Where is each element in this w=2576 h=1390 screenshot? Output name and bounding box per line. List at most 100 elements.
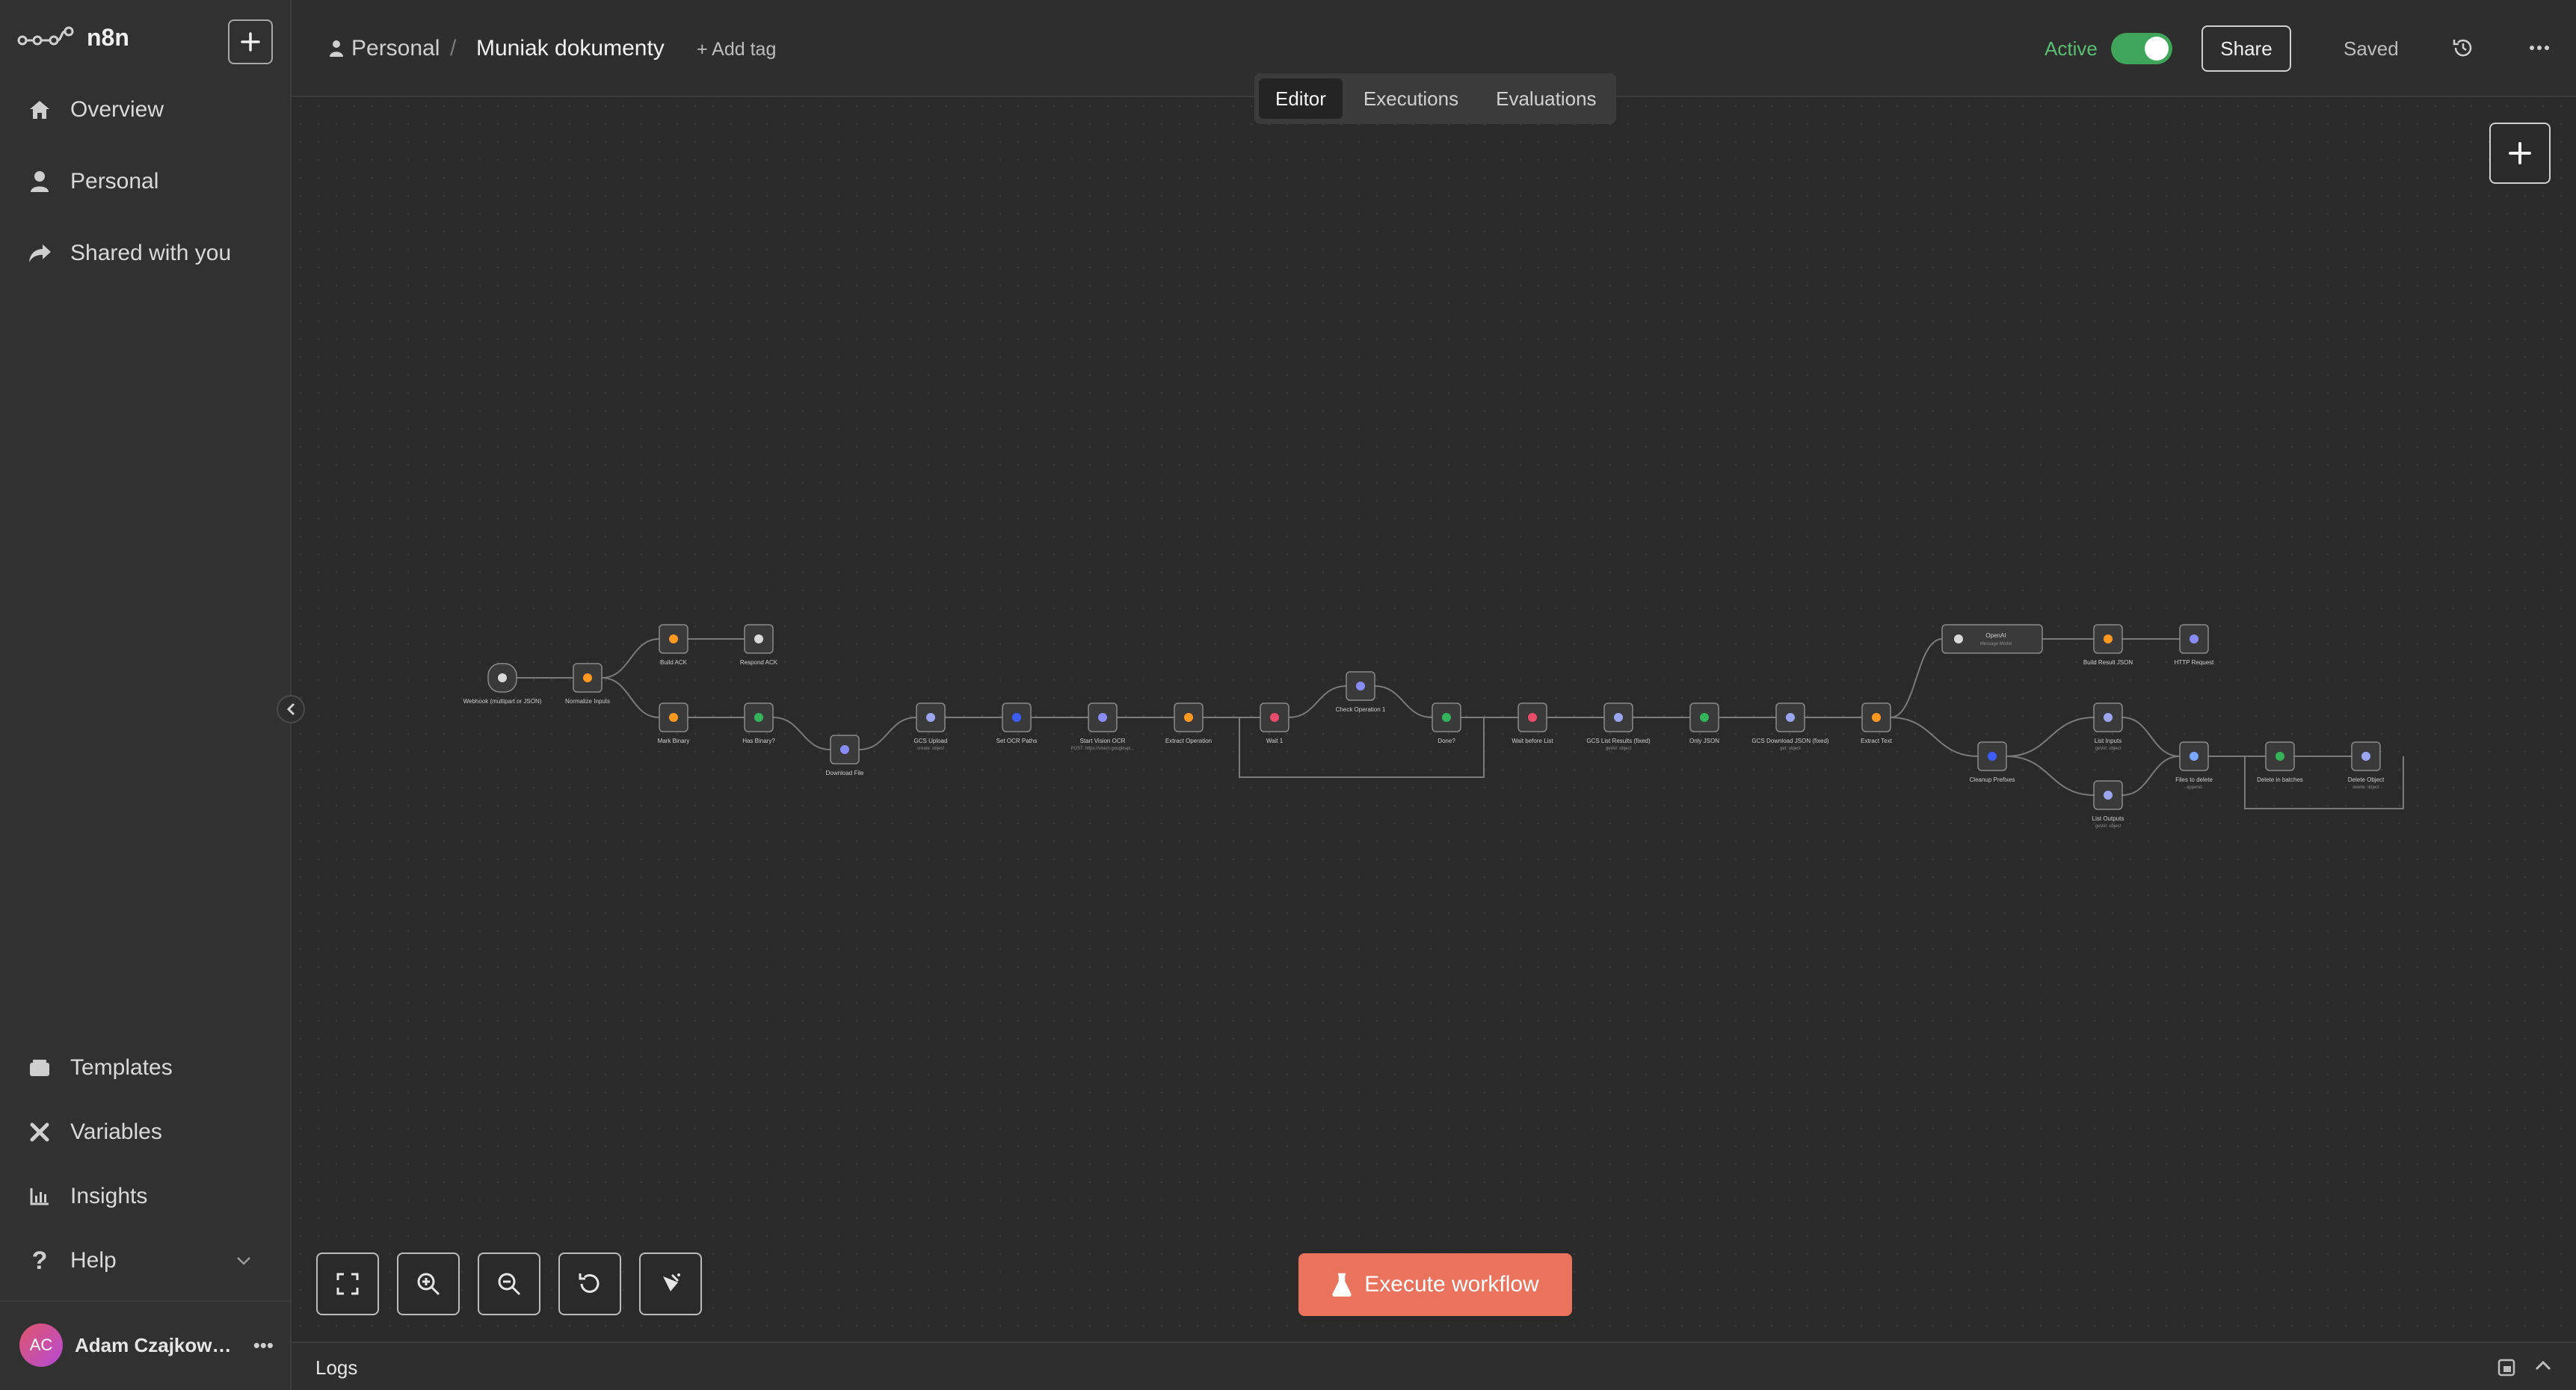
webhook-icon bbox=[498, 673, 507, 682]
workflow-node[interactable]: Wait 1 bbox=[1260, 702, 1289, 744]
tab-editor[interactable]: Editor bbox=[1259, 78, 1343, 119]
breadcrumb-separator: / bbox=[450, 36, 457, 61]
workflow-node[interactable]: Download File bbox=[826, 735, 864, 776]
node-label: Mark Binary bbox=[658, 738, 690, 744]
workflow-node[interactable]: Check Operation 1 bbox=[1336, 671, 1386, 713]
workflow-node[interactable]: OpenAI Message Model bbox=[1941, 624, 2043, 654]
add-tag-button[interactable]: + Add tag bbox=[697, 39, 776, 61]
node-label: Wait before List bbox=[1512, 738, 1553, 744]
share-button[interactable]: Share bbox=[2201, 25, 2291, 72]
add-node-button[interactable] bbox=[2489, 123, 2551, 184]
workflow-connection bbox=[1890, 717, 1979, 757]
tidy-up-button[interactable] bbox=[639, 1252, 702, 1315]
workflow-node[interactable]: Build Result JSON bbox=[2083, 624, 2133, 666]
flask-icon bbox=[1332, 1273, 1352, 1297]
sidebar-item-templates[interactable]: Templates bbox=[27, 1055, 173, 1081]
node-label: Set OCR Paths bbox=[996, 738, 1038, 744]
workflow-connection bbox=[858, 717, 917, 750]
workflow-node[interactable]: Has Binary? bbox=[742, 702, 775, 744]
workflow-name[interactable]: Muniak dokumenty bbox=[476, 36, 665, 61]
node-label: Extract Text bbox=[1861, 738, 1892, 744]
node-subtitle: Message Model bbox=[1980, 642, 2012, 646]
workflow-node[interactable]: GCS Upload create: object bbox=[914, 702, 948, 751]
collapse-sidebar-button[interactable] bbox=[277, 695, 305, 723]
workflow-node[interactable]: HTTP Request bbox=[2175, 624, 2215, 666]
workflow-node[interactable]: Delete in batches bbox=[2257, 741, 2303, 783]
node-subtitle: getAll: object bbox=[2095, 824, 2121, 829]
workflow-node[interactable]: Webhook (multipart or JSON) bbox=[463, 663, 542, 705]
plus-icon bbox=[2509, 142, 2531, 164]
logs-label: Logs bbox=[315, 1356, 358, 1379]
sidebar: n8n Overview Personal Shared with you Te… bbox=[0, 0, 292, 1390]
workflow-node[interactable]: Done? bbox=[1432, 702, 1461, 744]
tab-evaluations[interactable]: Evaluations bbox=[1479, 78, 1612, 119]
node-label: Only JSON bbox=[1689, 738, 1719, 744]
node-label: Check Operation 1 bbox=[1336, 706, 1386, 713]
workflow-node[interactable]: Files to delete append bbox=[2175, 741, 2213, 790]
chevron-up-icon[interactable] bbox=[2534, 1359, 2552, 1371]
zoom-out-button[interactable] bbox=[478, 1252, 540, 1315]
workflow-node[interactable]: Only JSON bbox=[1689, 702, 1719, 744]
gcs-icon bbox=[926, 713, 935, 722]
openai-icon bbox=[1954, 634, 1963, 643]
merge-icon bbox=[2190, 752, 2198, 761]
divider bbox=[0, 1300, 292, 1302]
breadcrumb-project[interactable]: Personal bbox=[329, 36, 440, 61]
more-options-icon[interactable] bbox=[2524, 33, 2554, 63]
history-icon[interactable] bbox=[2448, 33, 2478, 63]
workflow-node[interactable]: Respond ACK bbox=[740, 624, 778, 666]
workflow-node[interactable]: Start Vision OCR POST: https://vision.goo… bbox=[1070, 702, 1135, 751]
workflow-node[interactable]: Cleanup Prefixes bbox=[1970, 741, 2015, 783]
tab-executions[interactable]: Executions bbox=[1347, 78, 1475, 119]
execute-workflow-button[interactable]: Execute workflow bbox=[1298, 1253, 1572, 1316]
user-menu-button[interactable]: ••• bbox=[253, 1334, 274, 1357]
workflow-node[interactable]: List Outputs getAll: object bbox=[2092, 780, 2124, 829]
workflow-node[interactable]: Build ACK bbox=[659, 624, 688, 666]
active-toggle[interactable] bbox=[2111, 33, 2172, 64]
user-menu[interactable]: AC Adam Czajkow… ••• bbox=[19, 1323, 274, 1368]
zoom-in-button[interactable] bbox=[397, 1252, 460, 1315]
node-label: Start Vision OCR bbox=[1080, 738, 1126, 744]
code-icon bbox=[669, 713, 678, 722]
user-icon bbox=[27, 169, 52, 194]
workflow-node[interactable]: List Inputs getAll: object bbox=[2093, 702, 2123, 751]
node-label: Wait 1 bbox=[1266, 738, 1284, 744]
node-label: Download File bbox=[826, 770, 864, 776]
sidebar-item-variables[interactable]: Variables bbox=[27, 1119, 162, 1145]
sidebar-item-help[interactable]: ? Help bbox=[27, 1247, 251, 1275]
workflow-node[interactable]: Mark Binary bbox=[658, 702, 690, 744]
fit-view-button[interactable] bbox=[316, 1252, 379, 1315]
n8n-logo[interactable]: n8n bbox=[16, 24, 129, 52]
workflow-node[interactable]: Normalize Inputs bbox=[565, 663, 610, 705]
sidebar-item-label: Personal bbox=[70, 169, 159, 194]
workflow-node[interactable]: Delete Object delete: object bbox=[2348, 741, 2385, 790]
create-new-button[interactable] bbox=[228, 19, 273, 64]
node-label: Webhook (multipart or JSON) bbox=[463, 698, 542, 705]
node-subtitle: get: object bbox=[1780, 747, 1801, 751]
reset-zoom-button[interactable] bbox=[558, 1252, 621, 1315]
workflow-node[interactable]: Extract Text bbox=[1861, 702, 1893, 744]
workflow-node[interactable]: GCS Download JSON (fixed) get: object bbox=[1751, 702, 1829, 751]
workflow-node[interactable]: Wait before List bbox=[1512, 702, 1553, 744]
node-label: Cleanup Prefixes bbox=[1970, 776, 2015, 783]
workflow-graph: Webhook (multipart or JSON) Normalize Inp… bbox=[463, 624, 2404, 829]
sidebar-item-shared[interactable]: Shared with you bbox=[27, 241, 231, 266]
globe-icon bbox=[1098, 713, 1107, 722]
workflow-connection bbox=[2006, 717, 2095, 757]
sidebar-item-insights[interactable]: Insights bbox=[27, 1184, 147, 1209]
workflow-node[interactable]: GCS List Results (fixed) getAll: object bbox=[1586, 702, 1651, 751]
user-name: Adam Czajkow… bbox=[75, 1333, 232, 1356]
logs-panel[interactable]: Logs bbox=[292, 1341, 2576, 1390]
sidebar-item-personal[interactable]: Personal bbox=[27, 169, 158, 194]
node-label: HTTP Request bbox=[2175, 659, 2215, 666]
node-label: OpenAI bbox=[1985, 632, 2006, 639]
workflow-node[interactable]: Set OCR Paths bbox=[996, 702, 1038, 744]
zoom-in-icon bbox=[417, 1273, 440, 1296]
pop-out-icon[interactable] bbox=[2497, 1358, 2516, 1377]
sidebar-item-overview[interactable]: Overview bbox=[27, 97, 164, 123]
globe-icon bbox=[840, 745, 849, 754]
sidebar-item-label: Help bbox=[70, 1248, 117, 1273]
if-icon bbox=[1442, 713, 1451, 722]
workflow-node[interactable]: Extract Operation bbox=[1165, 702, 1212, 744]
workflow-canvas[interactable]: Webhook (multipart or JSON) Normalize Inp… bbox=[292, 97, 2576, 1341]
